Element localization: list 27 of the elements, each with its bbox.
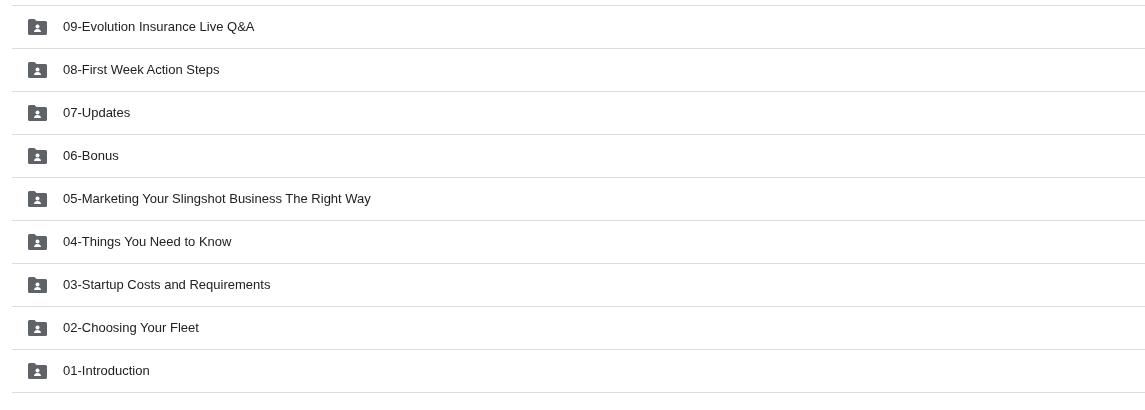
folder-name: 08-First Week Action Steps (63, 61, 220, 80)
shared-folder-icon (28, 277, 47, 293)
folder-name: 09-Evolution Insurance Live Q&A (63, 18, 255, 37)
folder-row[interactable]: 07-Updates (12, 92, 1145, 135)
folder-name: 07-Updates (63, 104, 131, 123)
folder-name: 03-Startup Costs and Requirements (63, 276, 271, 295)
folder-row[interactable]: 03-Startup Costs and Requirements (12, 264, 1145, 307)
folder-row[interactable]: 02-Choosing Your Fleet (12, 307, 1145, 350)
shared-folder-icon (28, 191, 47, 207)
folder-name: 06-Bonus (63, 147, 119, 166)
shared-folder-icon (28, 148, 47, 164)
folder-row[interactable]: 05-Marketing Your Slingshot Business The Right Way (12, 178, 1145, 221)
folder-row[interactable]: 01-Introduction (12, 350, 1145, 393)
folder-name: 05-Marketing Your Slingshot Business The Right Way (63, 190, 371, 209)
folder-row[interactable]: 09-Evolution Insurance Live Q&A (12, 6, 1145, 49)
folder-name: 02-Choosing Your Fleet (63, 319, 199, 338)
shared-folder-icon (28, 320, 47, 336)
shared-folder-icon (28, 363, 47, 379)
folder-name: 01-Introduction (63, 362, 150, 381)
folder-row[interactable]: 06-Bonus (12, 135, 1145, 178)
shared-folder-icon (28, 19, 47, 35)
folder-row[interactable]: 08-First Week Action Steps (12, 49, 1145, 92)
folder-name: 04-Things You Need to Know (63, 233, 232, 252)
shared-folder-icon (28, 105, 47, 121)
folder-row[interactable]: 04-Things You Need to Know (12, 221, 1145, 264)
shared-folder-icon (28, 234, 47, 250)
shared-folder-icon (28, 62, 47, 78)
